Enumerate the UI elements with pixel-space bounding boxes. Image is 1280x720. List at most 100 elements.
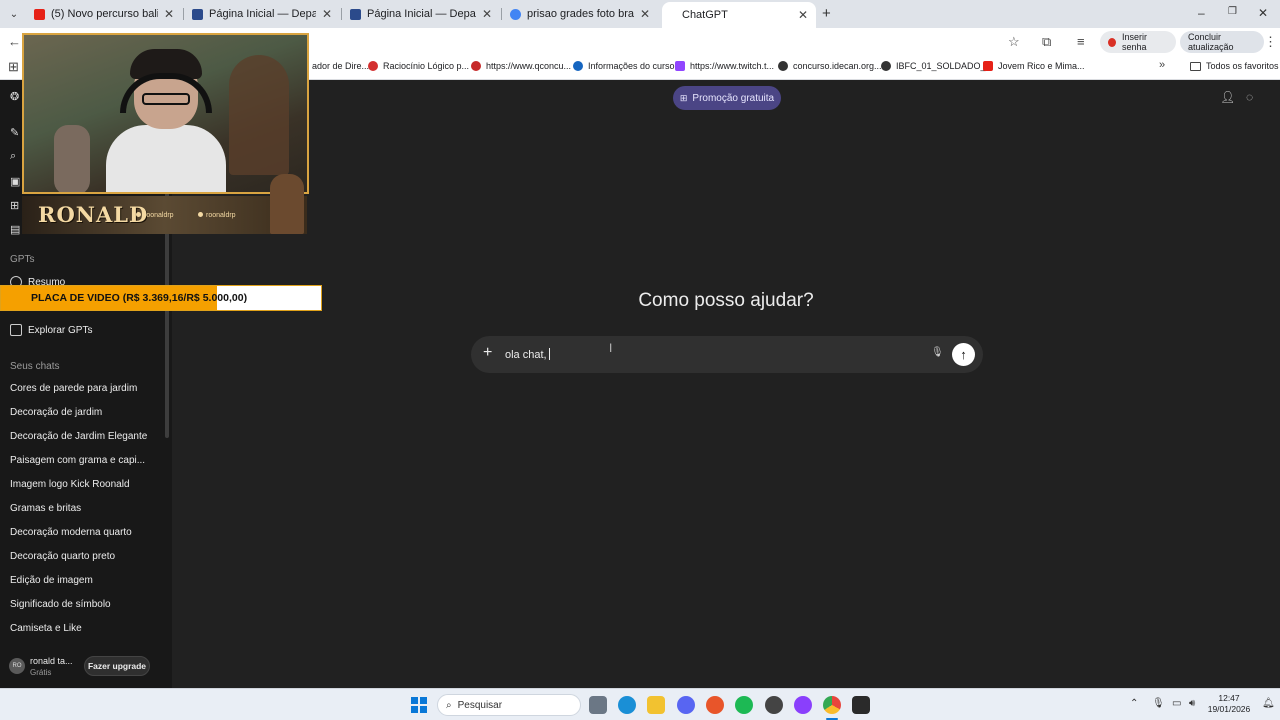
star-bookmark-icon[interactable]: ☆ [1008,34,1020,50]
youtube-favicon-icon [34,8,45,20]
back-arrow-icon[interactable]: ← [8,34,21,49]
bookmark-favicon-icon [368,61,378,71]
streamer-name: RONALD [38,202,149,227]
chat-history-item[interactable]: Edição de imagem [10,575,160,586]
projects-icon[interactable]: ▤ [10,223,20,236]
bookmark-favicon-icon [881,61,891,71]
chat-history-item[interactable]: Cores de parede para jardim [10,383,160,394]
tab-search-chevron-icon[interactable]: ⌄ [4,5,24,23]
chat-history-item[interactable]: Camiseta e Like [10,623,160,634]
gift-icon: ⊞ [679,92,688,103]
bookmark-item[interactable]: IBFC_01_SOLDADO_... [881,61,993,71]
discord-icon[interactable] [677,696,695,714]
show-hidden-icons-chevron-icon[interactable]: ⌃ [1130,698,1138,709]
file-explorer-icon[interactable] [647,696,665,714]
tab-departamento-2[interactable]: Página Inicial — Departamento ✕ [342,3,500,25]
chat-history-item[interactable]: Gramas e britas [10,503,160,514]
purple-app-icon[interactable] [794,696,812,714]
chatgpt-logo-icon[interactable]: ❂ [10,90,19,103]
task-view-icon[interactable] [589,696,607,714]
tank-top [106,125,226,192]
chat-history-item[interactable]: Paisagem com grama e capi... [10,455,160,466]
close-tab-icon[interactable]: ✕ [640,7,650,21]
tab-chatgpt[interactable]: ChatGPT ✕ [662,2,816,28]
add-people-icon[interactable]: 👤︎ [1220,90,1235,104]
page-favicon-icon [192,8,203,20]
upgrade-button[interactable]: Fazer upgrade [84,656,150,676]
volume-icon[interactable]: 🔊︎ [1189,698,1195,709]
close-tab-icon[interactable]: ✕ [164,7,174,21]
orange-app-icon[interactable] [706,696,724,714]
extensions-puzzle-icon[interactable]: ⧉ [1042,34,1051,50]
close-tab-icon[interactable]: ✕ [322,7,332,21]
network-icon[interactable]: ▭ [1172,698,1181,709]
more-bookmarks-chevron-icon[interactable]: » [1159,59,1165,71]
close-tab-icon[interactable]: ✕ [798,8,808,22]
explore-gpts[interactable]: Explorar GPTs [10,324,92,336]
spotify-icon[interactable] [735,696,753,714]
tab-youtube[interactable]: (5) Novo percurso baliza de mo ✕ [26,3,182,25]
google-favicon-icon [510,8,521,20]
page-favicon-icon [350,8,361,20]
tab-strip: ⌄ (5) Novo percurso baliza de mo ✕ Págin… [0,0,1280,28]
apps-grid-icon[interactable]: ⊞ [8,59,19,75]
temporary-chat-icon[interactable]: ◌ [1246,90,1253,104]
apps-icon[interactable]: ⊞ [10,199,19,212]
notifications-icon[interactable]: 🔔︎ [1262,698,1275,709]
kebab-menu-icon[interactable]: ⋮ [1264,34,1277,50]
avatar[interactable]: RO [9,658,25,674]
chat-history-item[interactable]: Decoração de jardim [10,407,160,418]
goal-label: PLACA DE VIDEO (R$ 3.369,16/R$ 5.000,00) [30,292,248,304]
chat-history-item[interactable]: Imagem logo Kick Roonald [10,479,160,490]
chat-main: ⊞ Promoção gratuita 👤︎ ◌ Como posso ajud… [172,80,1280,688]
search-chats-icon[interactable]: ⌕ [10,150,16,163]
send-button[interactable]: ↑ [952,343,975,366]
bookmark-item[interactable]: Informações do curso [573,61,675,71]
media-control-icon[interactable]: ≡ [1077,34,1085,49]
close-window-icon[interactable]: ✕ [1258,6,1268,20]
minimize-icon[interactable]: – [1198,6,1205,20]
tab-departamento-1[interactable]: Página Inicial — Departamento ✕ [184,3,340,25]
free-promo-button[interactable]: ⊞ Promoção gratuita [673,86,781,110]
bookmark-item[interactable]: Jovem Rico e Mima... [983,61,1085,71]
chat-history-item[interactable]: Decoração moderna quarto [10,527,160,538]
search-icon: ⌕ [446,699,452,711]
microphone-tray-icon[interactable]: 🎙︎ [1152,698,1165,709]
password-alert-icon [1108,37,1116,47]
taskbar-search[interactable]: ⌕ Pesquisar [437,694,581,716]
microphone-icon[interactable]: 🎙︎ [931,347,944,358]
edge-icon[interactable] [618,696,636,714]
bookmark-item[interactable]: Raciocínio Lógico p... [368,61,469,71]
insert-password-button[interactable]: Inserir senha [1100,31,1176,53]
new-chat-icon[interactable]: ✎ [10,126,19,139]
message-input[interactable]: ola chat, [505,348,550,361]
all-bookmarks-folder[interactable]: Todos os favoritos [1190,61,1279,71]
chat-history-item[interactable]: Significado de símbolo [10,599,160,610]
arm-tattoo [54,125,90,192]
chrome-icon[interactable] [823,696,841,714]
message-composer[interactable]: + ola chat, 🎙︎ ↑ [471,336,983,373]
pen-app-icon[interactable] [852,696,870,714]
images-icon[interactable]: ▣ [10,175,20,188]
restore-icon[interactable]: ❐ [1228,6,1237,17]
chat-history-item[interactable]: Decoração de Jardim Elegante [10,431,160,442]
attach-plus-icon[interactable]: + [483,344,492,362]
finish-update-button[interactable]: Concluir atualização [1180,31,1264,53]
streamer-handle: roonaldrp [136,212,174,219]
close-tab-icon[interactable]: ✕ [482,7,492,21]
system-clock[interactable]: 12:47 19/01/2026 [1204,693,1254,715]
streamer-banner: RONALD roonaldrp roonaldrp [22,174,307,234]
windows-start-icon[interactable] [411,697,427,713]
user-profile[interactable]: RO ronald ta... Grátis Fazer upgrade [0,652,172,688]
bookmark-item[interactable]: concurso.idecan.org... [778,61,882,71]
dark-app-icon[interactable] [765,696,783,714]
tab-google-search[interactable]: prisao grades foto brasil - Pesq ✕ [502,3,658,25]
user-plan: Grátis [30,668,52,677]
bookmark-item[interactable]: ador de Dire... [312,61,369,71]
bookmark-item[interactable]: https://www.twitch.t... [675,61,774,71]
page-title: Como posso ajudar? [638,290,814,311]
new-tab-button[interactable]: + [822,5,831,22]
bookmark-item[interactable]: https://www.qconcu... [471,61,571,71]
game-character-art [229,55,289,175]
chat-history-item[interactable]: Decoração quarto preto [10,551,160,562]
